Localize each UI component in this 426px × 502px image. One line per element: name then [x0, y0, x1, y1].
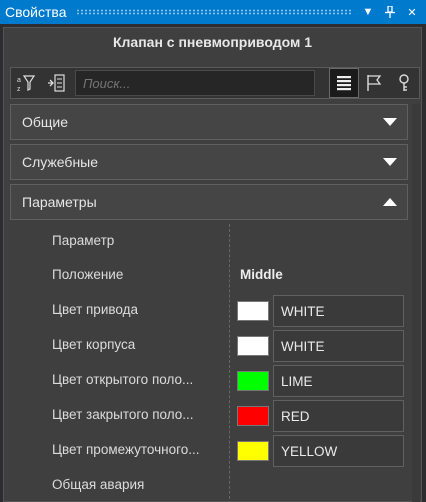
- param-row: Цвет корпуса WHITE: [10, 328, 408, 363]
- section-general[interactable]: Общие: [10, 104, 408, 140]
- filter-sort-icon[interactable]: az: [11, 68, 41, 98]
- properties-toolbar: az: [10, 67, 420, 99]
- svg-text:a: a: [17, 77, 21, 84]
- list-view-icon[interactable]: [329, 68, 359, 98]
- chevron-down-icon[interactable]: [383, 118, 397, 126]
- section-parameters[interactable]: Параметры: [10, 184, 408, 220]
- param-value[interactable]: Middle: [240, 267, 283, 282]
- key-icon[interactable]: [389, 68, 419, 98]
- section-label: Служебные: [22, 154, 99, 170]
- color-value-field[interactable]: RED: [273, 400, 404, 432]
- color-swatch[interactable]: [237, 406, 269, 426]
- color-value-field[interactable]: YELLOW: [273, 435, 404, 467]
- vertical-scrollbar[interactable]: [412, 104, 420, 502]
- param-row: Цвет привода WHITE: [10, 293, 408, 328]
- param-name: Цвет промежуточного...: [52, 442, 200, 457]
- color-value-field[interactable]: WHITE: [273, 330, 404, 362]
- param-row: Параметр: [10, 224, 408, 259]
- close-icon[interactable]: ✕: [404, 4, 420, 20]
- svg-text:z: z: [17, 86, 21, 93]
- param-name: Общая авария: [52, 477, 145, 492]
- param-name: Цвет открытого поло...: [52, 372, 194, 387]
- color-swatch[interactable]: [237, 301, 269, 321]
- color-swatch[interactable]: [237, 336, 269, 356]
- color-value-field[interactable]: LIME: [273, 365, 404, 397]
- pin-icon[interactable]: [382, 4, 398, 20]
- drag-grip[interactable]: [76, 9, 352, 15]
- param-row: Цвет промежуточного... YELLOW: [10, 433, 408, 468]
- param-row: Общая авария: [10, 468, 408, 502]
- window-title: Свойства: [5, 4, 67, 20]
- collapse-icon[interactable]: [41, 68, 71, 98]
- color-swatch[interactable]: [237, 371, 269, 391]
- color-swatch[interactable]: [237, 441, 269, 461]
- section-label: Общие: [22, 114, 69, 130]
- chevron-up-icon[interactable]: [383, 198, 397, 206]
- param-name: Цвет закрытого поло...: [52, 407, 194, 422]
- flag-icon[interactable]: [359, 68, 389, 98]
- search-input[interactable]: [75, 70, 315, 96]
- color-value-field[interactable]: WHITE: [273, 295, 404, 327]
- param-name: Параметр: [52, 233, 115, 248]
- param-row: Цвет открытого поло... LIME: [10, 363, 408, 398]
- dropdown-arrow-icon[interactable]: ▼: [360, 4, 376, 20]
- param-name: Цвет привода: [52, 302, 138, 317]
- properties-panel: Клапан с пневмоприводом 1 az Общие Слу: [3, 27, 422, 502]
- param-row: Цвет закрытого поло... RED: [10, 398, 408, 433]
- parameters-grid: Параметр Положение Middle Цвет привода W…: [10, 224, 408, 502]
- section-service[interactable]: Служебные: [10, 144, 408, 180]
- param-row: Положение Middle: [10, 258, 408, 293]
- param-name: Цвет корпуса: [52, 337, 136, 352]
- properties-list: Общие Служебные Параметры Параметр Полож…: [10, 104, 420, 502]
- section-label: Параметры: [22, 194, 97, 210]
- node-title: Клапан с пневмоприводом 1: [112, 34, 313, 50]
- chevron-down-icon[interactable]: [383, 158, 397, 166]
- window-titlebar: Свойства ▼ ✕: [0, 0, 426, 24]
- param-name: Положение: [52, 267, 124, 282]
